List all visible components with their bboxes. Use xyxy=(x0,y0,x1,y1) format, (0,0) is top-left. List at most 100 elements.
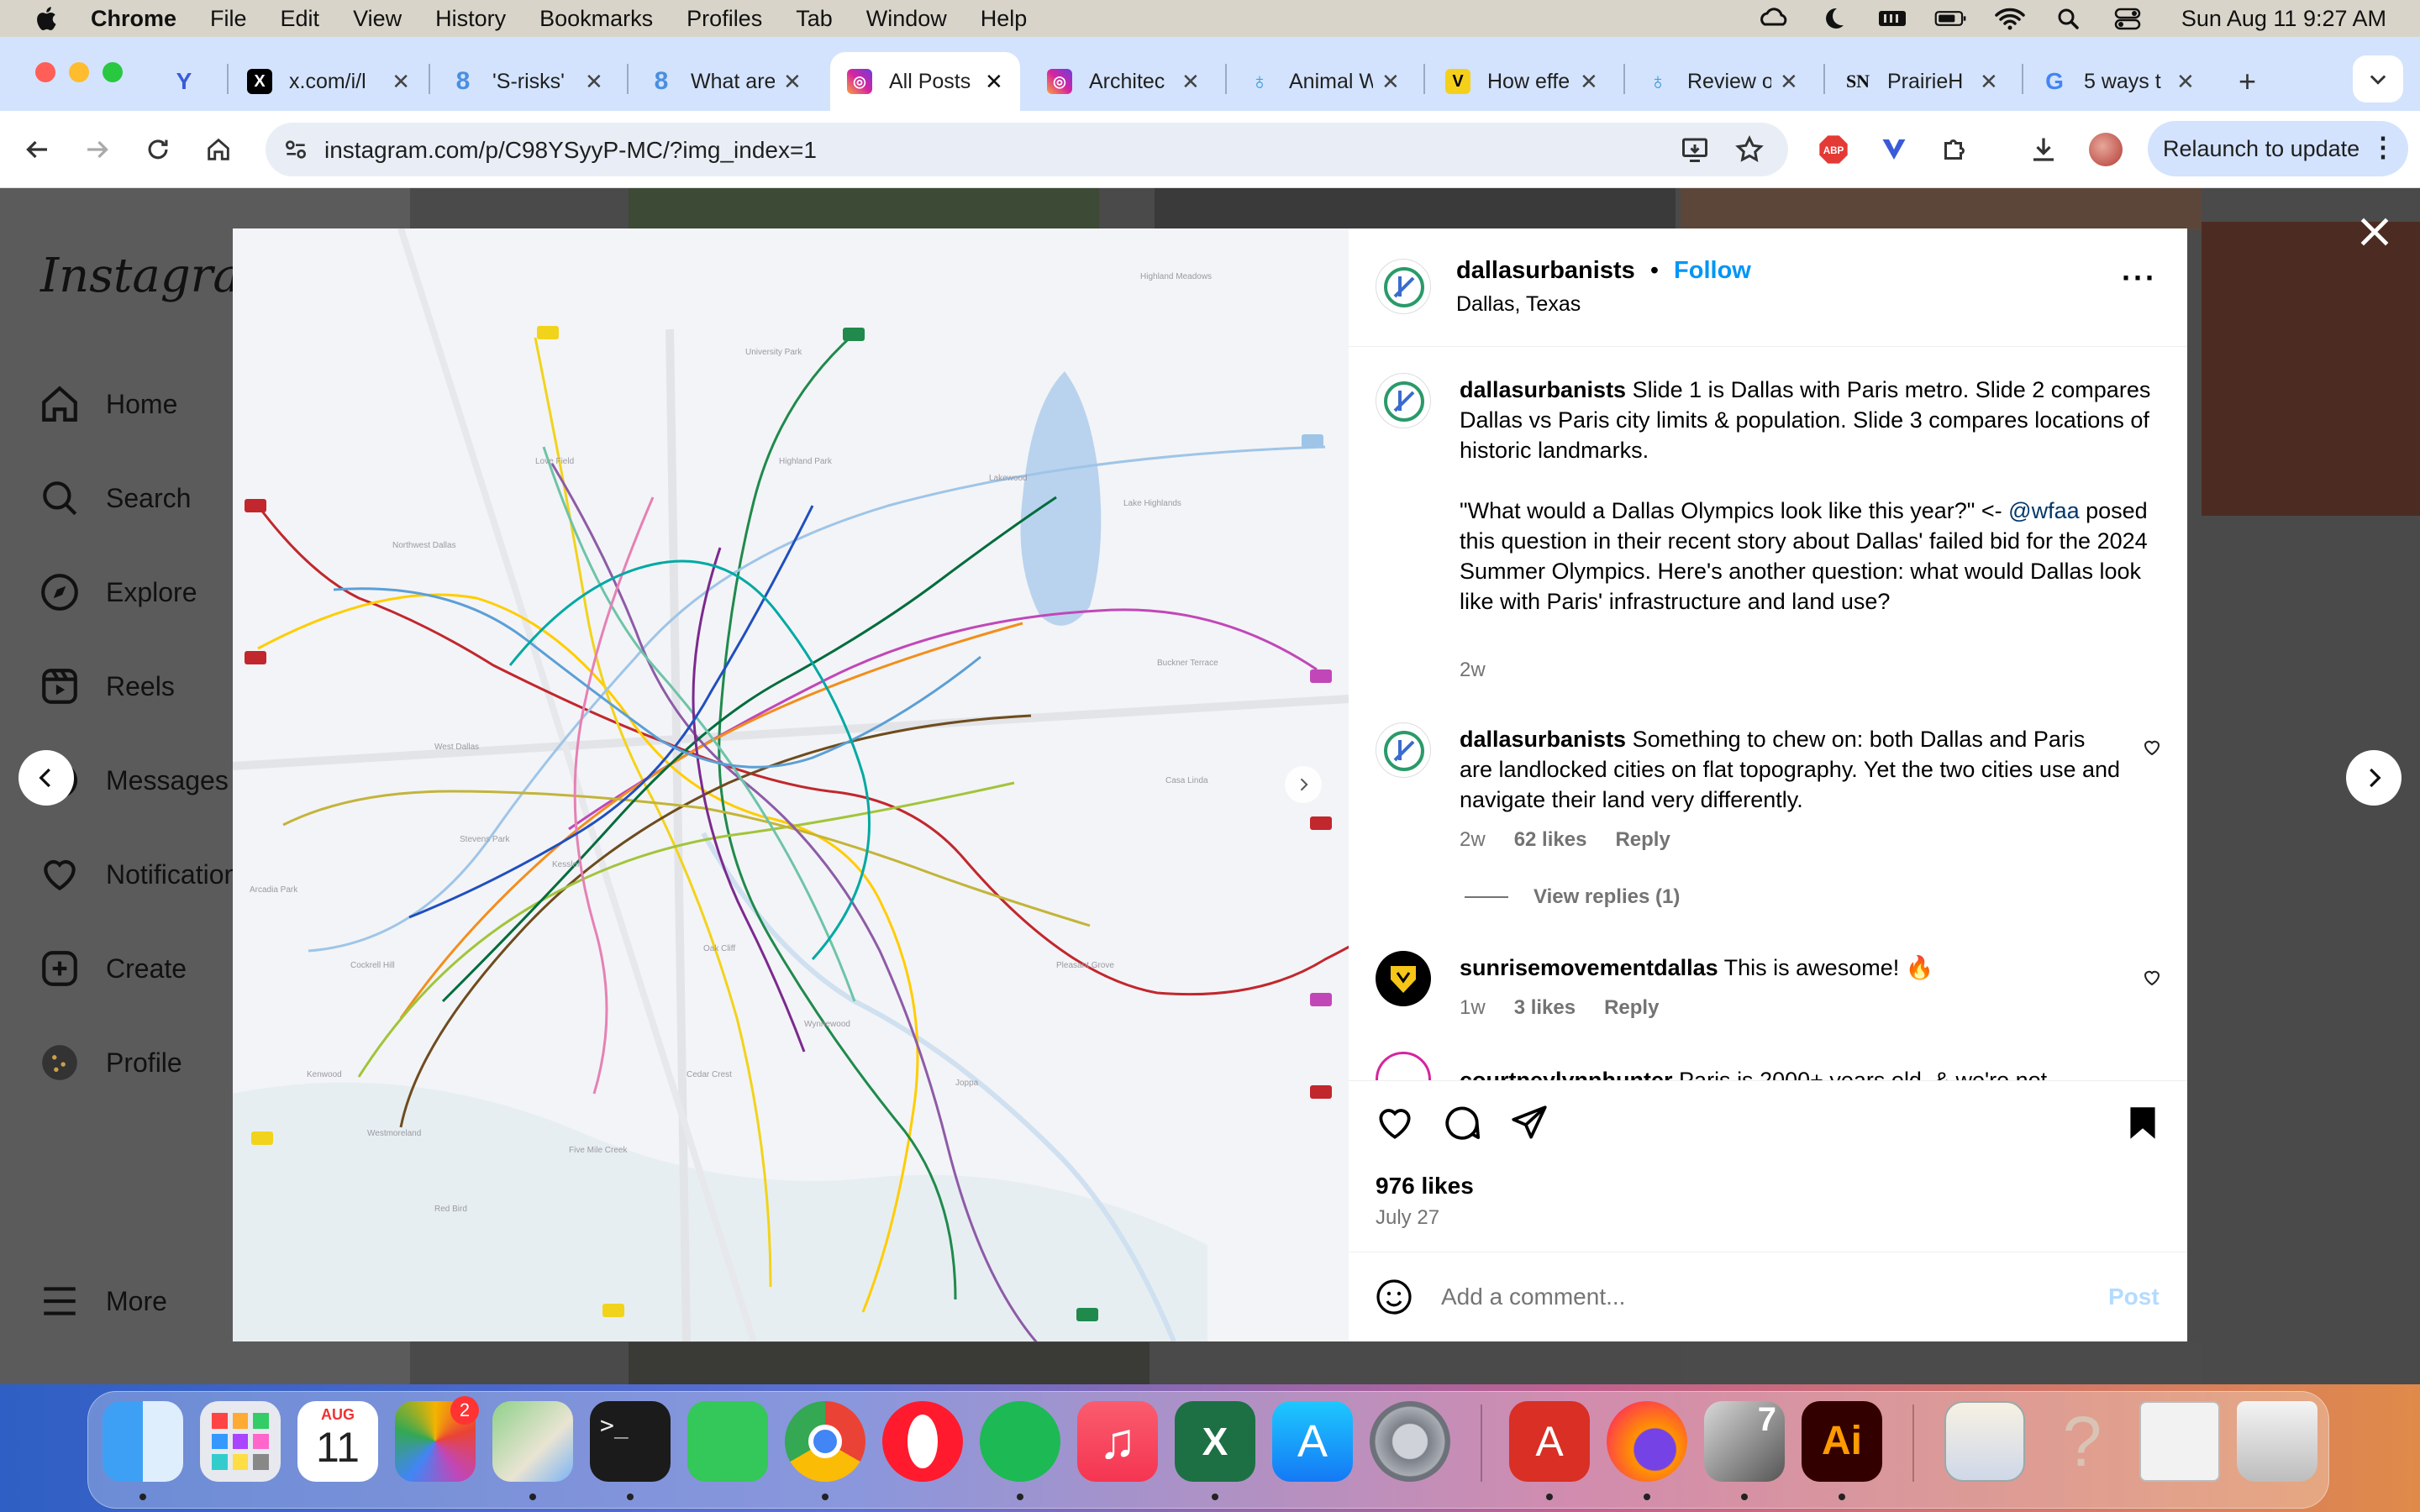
like-heart-icon[interactable] xyxy=(1374,1102,1416,1144)
memory-icon[interactable] xyxy=(1876,6,1909,31)
site-settings-icon[interactable] xyxy=(282,136,309,163)
tab-animal[interactable]: ♁ Animal W ✕ xyxy=(1230,52,1410,111)
more-vertical-icon[interactable]: ⋮ xyxy=(2370,131,2396,163)
avatar[interactable] xyxy=(1376,1052,1431,1080)
comment-likes[interactable]: 62 likes xyxy=(1514,828,1587,852)
add-comment-input[interactable] xyxy=(1441,1277,2080,1317)
relaunch-to-update-button[interactable]: Relaunch to update ⋮ xyxy=(2148,121,2408,176)
comment-author[interactable]: dallasurbanists xyxy=(1460,727,1626,752)
avatar[interactable] xyxy=(1376,373,1431,428)
app-store-icon[interactable]: A xyxy=(1272,1401,1353,1482)
calendar-icon[interactable]: AUG 11 xyxy=(297,1401,378,1482)
post-location[interactable]: Dallas, Texas xyxy=(1456,292,1581,317)
battery-icon[interactable] xyxy=(1934,6,1968,31)
adblock-extension-button[interactable]: ABP xyxy=(1815,131,1852,168)
facetime-icon[interactable] xyxy=(687,1401,768,1482)
tab-x[interactable]: X x.com/i/l ✕ xyxy=(230,52,410,111)
tab-all-posts[interactable]: ◎ All Posts ✕ xyxy=(830,52,1020,111)
forward-button[interactable] xyxy=(79,131,116,168)
acrobat-icon[interactable]: A xyxy=(1509,1401,1590,1482)
focus-moon-icon[interactable] xyxy=(1817,6,1850,31)
tab-5-ways[interactable]: G 5 ways t ✕ xyxy=(2025,52,2205,111)
finder-icon[interactable] xyxy=(103,1401,183,1482)
tab-close-icon[interactable]: ✕ xyxy=(1780,69,1798,95)
comment-like-heart-icon[interactable] xyxy=(2142,968,2162,988)
menu-app-name[interactable]: Chrome xyxy=(91,6,176,32)
view-replies[interactable]: View replies (1) xyxy=(1465,885,1680,909)
creative-cloud-icon[interactable] xyxy=(1758,6,1791,31)
bookmark-star-icon[interactable] xyxy=(1734,134,1765,165)
comment-age[interactable]: 2w xyxy=(1460,828,1486,852)
menu-view[interactable]: View xyxy=(353,6,402,32)
emoji-icon[interactable] xyxy=(1374,1277,1414,1317)
profile-avatar-button[interactable] xyxy=(2087,131,2124,168)
tab-s-risks[interactable]: 8 'S-risks' ✕ xyxy=(434,52,613,111)
window-close-button[interactable] xyxy=(35,62,55,82)
tab-how-effe[interactable]: V How effe ✕ xyxy=(1428,52,1608,111)
tab-close-icon[interactable]: ✕ xyxy=(1181,69,1200,95)
comment-author[interactable]: courtneylynnhunter xyxy=(1460,1068,1673,1080)
tab-close-icon[interactable]: ✕ xyxy=(1580,69,1598,95)
nav-home[interactable]: Home xyxy=(39,383,177,425)
tab-close-icon[interactable]: ✕ xyxy=(392,69,410,95)
previous-post-button[interactable] xyxy=(18,750,74,806)
tab-close-icon[interactable]: ✕ xyxy=(1980,69,1998,95)
tab-close-icon[interactable]: ✕ xyxy=(985,69,1003,95)
window-minimize-button[interactable] xyxy=(69,62,89,82)
control-center-icon[interactable] xyxy=(2111,6,2144,31)
nav-more[interactable]: More xyxy=(39,1280,167,1322)
nav-profile[interactable]: Profile xyxy=(39,1042,182,1084)
avatar[interactable] xyxy=(1376,259,1431,314)
wifi-icon[interactable] xyxy=(1993,6,2027,31)
caption-mention[interactable]: @wfaa xyxy=(2008,498,2079,523)
save-bookmark-icon[interactable] xyxy=(2122,1102,2164,1144)
back-button[interactable] xyxy=(18,131,55,168)
install-app-icon[interactable] xyxy=(1679,134,1711,165)
nav-reels[interactable]: Reels xyxy=(39,665,175,707)
extension-v-button[interactable] xyxy=(1876,131,1912,168)
menu-bookmarks[interactable]: Bookmarks xyxy=(539,6,653,32)
tab-search-button[interactable] xyxy=(2353,55,2403,102)
post-date[interactable]: July 27 xyxy=(1376,1206,1439,1230)
caption-age[interactable]: 2w xyxy=(1460,659,1486,682)
document-stack-icon[interactable] xyxy=(1944,1401,2025,1482)
comment-like-heart-icon[interactable] xyxy=(2142,738,2162,758)
menu-profiles[interactable]: Profiles xyxy=(687,6,762,32)
image-next-slide-button[interactable] xyxy=(1285,766,1322,803)
menu-history[interactable]: History xyxy=(435,6,506,32)
tab-close-icon[interactable]: ✕ xyxy=(1381,69,1400,95)
menu-tab[interactable]: Tab xyxy=(796,6,833,32)
comment-likes[interactable]: 3 likes xyxy=(1514,996,1576,1020)
menu-file[interactable]: File xyxy=(210,6,247,32)
window-zoom-button[interactable] xyxy=(103,62,123,82)
new-tab-button[interactable]: + xyxy=(2222,52,2256,111)
menubar-clock[interactable]: Sun Aug 11 9:27 AM xyxy=(2181,6,2386,32)
tab-close-icon[interactable]: ✕ xyxy=(783,69,802,95)
comment-age[interactable]: 1w xyxy=(1460,996,1486,1020)
system-settings-icon[interactable] xyxy=(1370,1401,1450,1482)
firefox-icon[interactable] xyxy=(1607,1401,1687,1482)
nav-explore[interactable]: Explore xyxy=(39,571,197,613)
comment-author[interactable]: sunrisemovementdallas xyxy=(1460,955,1718,980)
opera-icon[interactable] xyxy=(882,1401,963,1482)
terminal-icon[interactable]: >_ xyxy=(590,1401,671,1482)
downloads-button[interactable] xyxy=(2025,131,2062,168)
post-comment-button[interactable]: Post xyxy=(2108,1284,2160,1310)
tab-close-icon[interactable]: ✕ xyxy=(585,69,603,95)
comment-reply-button[interactable]: Reply xyxy=(1604,996,1659,1020)
follow-button[interactable]: Follow xyxy=(1674,257,1751,284)
post-author[interactable]: dallasurbanists xyxy=(1456,257,1635,284)
url-text[interactable]: instagram.com/p/C98YSyyP-MC/?img_index=1 xyxy=(324,137,817,164)
menu-edit[interactable]: Edit xyxy=(281,6,320,32)
comment-reply-button[interactable]: Reply xyxy=(1615,828,1670,852)
spotlight-search-icon[interactable] xyxy=(2052,6,2086,31)
launchpad-icon[interactable] xyxy=(200,1401,281,1482)
tab-architec[interactable]: ◎ Architec ✕ xyxy=(1030,52,1210,111)
extensions-button[interactable] xyxy=(1936,131,1973,168)
rhino-icon[interactable]: 7 xyxy=(1704,1401,1785,1482)
screenshot-window-icon[interactable] xyxy=(2139,1401,2220,1482)
illustrator-icon[interactable]: Ai xyxy=(1802,1401,1882,1482)
nav-search[interactable]: Search xyxy=(39,477,191,519)
menu-window[interactable]: Window xyxy=(866,6,947,32)
nav-create[interactable]: Create xyxy=(39,948,187,990)
